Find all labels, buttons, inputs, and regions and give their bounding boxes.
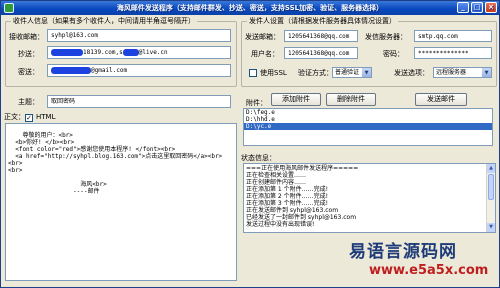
status-line: 已经发送了一封邮件到 syhpl@163.com [246, 214, 357, 221]
send-mail-button[interactable]: 发送邮件 [415, 93, 467, 106]
status-log[interactable]: ===正在使用海风邮件发送程序===== 正在检查相关设置…… 正在创建邮件内容… [243, 163, 496, 233]
site-watermark: 易语言源码网 www.e5a5x.com [331, 233, 500, 288]
username-field[interactable]: 1205641368@qq.com [284, 47, 358, 59]
status-line: 发送过程中没有出现错误! [246, 221, 315, 228]
redacted-mask [51, 49, 83, 56]
username-label: 用户名： [251, 50, 279, 58]
auth-select[interactable]: 普通验证 ▼ [332, 67, 372, 78]
server-field[interactable]: smtp.qq.com [414, 30, 492, 42]
status-line: 正在添加第 2 个附件……完成! [246, 193, 329, 200]
chevron-down-icon[interactable]: ▼ [362, 68, 371, 77]
subject-label: 主题： [18, 98, 39, 106]
scroll-down-icon[interactable]: ▼ [487, 223, 495, 232]
status-line: 正在创建邮件内容…… [246, 179, 307, 186]
app-window: 海风邮件发送程序（支持邮件群发、抄送、密送，支持SSL加密、验证、服务器选择） … [0, 0, 500, 288]
to-label: 接收邮箱： [9, 33, 44, 41]
list-item[interactable]: D:\yc.e [244, 123, 492, 130]
account-field[interactable]: 1205641368@qq.com [284, 30, 358, 42]
title-bar[interactable]: 海风邮件发送程序（支持邮件群发、抄送、密送，支持SSL加密、验证、服务器选择） … [1, 1, 499, 15]
window-title: 海风邮件发送程序（支持邮件群发、抄送、密送，支持SSL加密、验证、服务器选择） [116, 4, 384, 12]
body-label: 正文： [4, 113, 25, 121]
watermark-url: www.e5a5x.com [369, 263, 489, 278]
method-label: 发送选项： [394, 69, 429, 77]
list-item[interactable]: D:\feg.e [244, 109, 492, 116]
app-mail-icon [4, 3, 14, 13]
bcc-label: 密送： [18, 68, 39, 76]
scroll-up-icon[interactable]: ▲ [487, 164, 495, 173]
sender-group-title: 发件人设置（请根据发件服务器具体情况设置） [247, 17, 398, 26]
status-line: 正在添加第 1 个附件……完成! [246, 186, 329, 193]
status-line: 正在检查相关设置…… [246, 172, 307, 179]
bcc-field[interactable]: @gmail.com [47, 64, 231, 77]
maximize-icon[interactable]: □ [471, 2, 483, 13]
to-field[interactable]: syhpl@163.com [47, 29, 231, 42]
add-attachment-button[interactable]: 添加附件 [271, 93, 321, 106]
cc-label: 抄送： [18, 50, 39, 58]
method-select[interactable]: 远程服务器 ▼ [433, 67, 492, 78]
watermark-title: 易语言源码网 [349, 242, 457, 262]
list-item[interactable]: D:\hhd.e [244, 116, 492, 123]
redacted-mask [122, 49, 139, 56]
password-label: 密码： [383, 50, 404, 58]
status-scrollbar[interactable]: ▲ ▼ [486, 164, 495, 232]
close-icon[interactable]: × [485, 2, 497, 13]
html-label: HTML [36, 113, 56, 121]
ssl-label: 使用SSL [260, 69, 287, 77]
attachment-list[interactable]: D:\feg.e D:\hhd.e D:\yc.e [243, 108, 493, 146]
status-line: 正在发送邮件到 syhpl@163.com [246, 207, 339, 214]
server-label: 发信服务器： [365, 33, 407, 41]
status-label: 状态信息： [241, 154, 276, 162]
cc-field[interactable]: 18139.com,s @live.cn [47, 46, 231, 59]
status-line: ===正在使用海风邮件发送程序===== [246, 165, 359, 172]
delete-attachment-button[interactable]: 删除附件 [326, 93, 376, 106]
auth-label: 验证方式： [298, 69, 333, 77]
subject-field[interactable]: 取回密码 [47, 95, 231, 108]
recipient-group-title: 收件人信息（如果有多个收件人，中间请用半角逗号隔开） [11, 17, 197, 26]
status-line: 正在添加第 3 个附件……完成! [246, 200, 329, 207]
password-field[interactable]: ************** [414, 47, 492, 59]
scroll-thumb[interactable] [488, 174, 494, 200]
account-label: 发送邮箱： [245, 33, 280, 41]
minimize-icon[interactable]: _ [457, 2, 469, 13]
body-textarea[interactable]: 尊敬的用户：<br> <b>你好! </b><br> <font color="… [5, 123, 237, 281]
attachments-label: 附件： [246, 99, 267, 107]
ssl-checkbox[interactable] [249, 69, 257, 77]
html-checkbox[interactable]: ✓ [25, 114, 33, 122]
redacted-mask [51, 67, 91, 74]
chevron-down-icon[interactable]: ▼ [482, 68, 491, 77]
